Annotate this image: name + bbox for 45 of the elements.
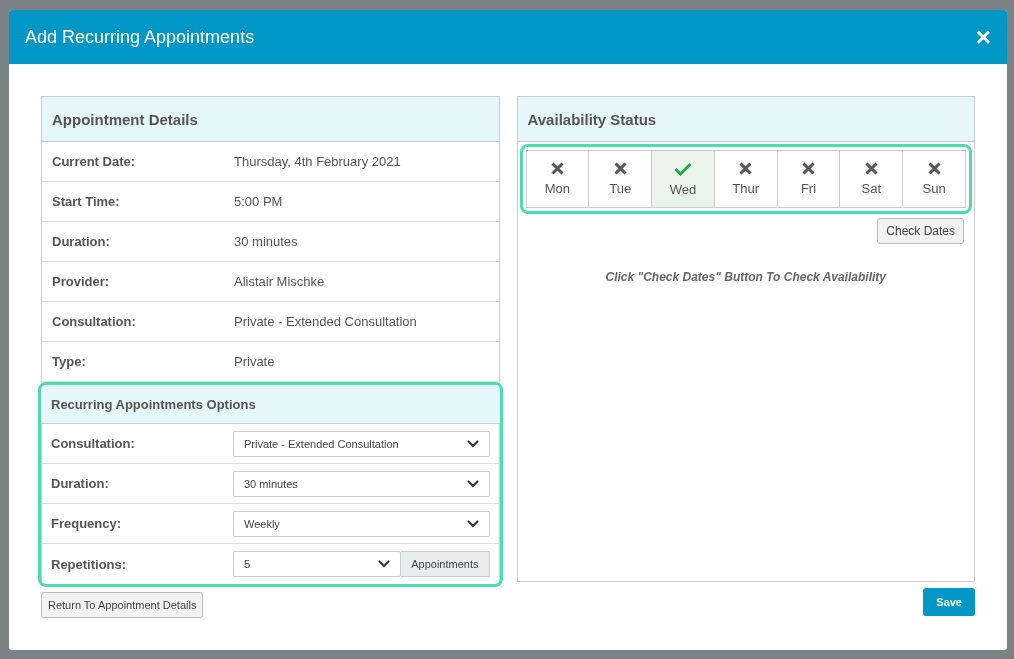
chevron-icon	[466, 479, 479, 488]
field-label: Start Time:	[52, 194, 121, 209]
cross-icon	[927, 162, 941, 175]
field-label: Repetitions:	[51, 556, 128, 572]
day-toggle[interactable]: Wed	[652, 151, 715, 207]
section-title: Recurring Appointments Options	[51, 396, 256, 412]
field-label: Frequency:	[51, 516, 123, 531]
field-value: 30 minutes	[234, 234, 298, 249]
select-field[interactable]: Private - Extended Consultation	[233, 430, 490, 457]
panel-title: Appointment Details	[52, 110, 198, 128]
dialog-title: Add Recurring Appointments	[25, 26, 255, 48]
field-label: Type:	[52, 354, 87, 369]
field-value: 5:00 PM	[234, 194, 283, 209]
field-label: Provider:	[52, 274, 111, 289]
chevron-icon	[466, 439, 479, 448]
chevron-icon	[466, 519, 479, 528]
day-toggle[interactable]: Mon	[526, 151, 590, 207]
cross-icon	[864, 162, 878, 175]
day-toggle[interactable]: Sat	[840, 151, 904, 207]
day-toggle[interactable]: Thur	[714, 151, 778, 207]
day-toggle[interactable]: Sun	[903, 151, 965, 207]
check-dates-button[interactable]: Check Dates	[877, 218, 964, 244]
select-field[interactable]: 5	[233, 551, 402, 577]
field-value: Alistair Mischke	[234, 274, 325, 289]
field-value: Private	[234, 354, 275, 369]
return-button[interactable]: Return To Appointment Details	[41, 592, 204, 618]
chevron-icon	[378, 560, 391, 568]
field-label: Consultation:	[52, 314, 137, 329]
field-value: Private - Extended Consultation	[234, 314, 417, 329]
field-label: Duration:	[52, 234, 111, 249]
cross-icon	[613, 162, 627, 175]
select-field[interactable]: Weekly	[233, 510, 490, 537]
cross-icon	[802, 162, 815, 175]
field-label: Consultation:	[51, 436, 136, 451]
select-field[interactable]: 30 minutes	[233, 470, 490, 497]
field-label: Current Date:	[52, 154, 137, 169]
field-value: Thursday, 4th February 2021	[234, 154, 401, 169]
panel-title: Availability Status	[527, 110, 657, 128]
day-toggle[interactable]: Fri	[777, 151, 841, 207]
cross-icon	[739, 162, 753, 175]
hint-text: Click "Check Dates" Button To Check Availability	[604, 270, 888, 284]
check-icon	[673, 161, 692, 176]
cross-icon	[550, 162, 564, 175]
field-label: Duration:	[51, 476, 110, 491]
input-addon: Appointments	[401, 551, 490, 577]
